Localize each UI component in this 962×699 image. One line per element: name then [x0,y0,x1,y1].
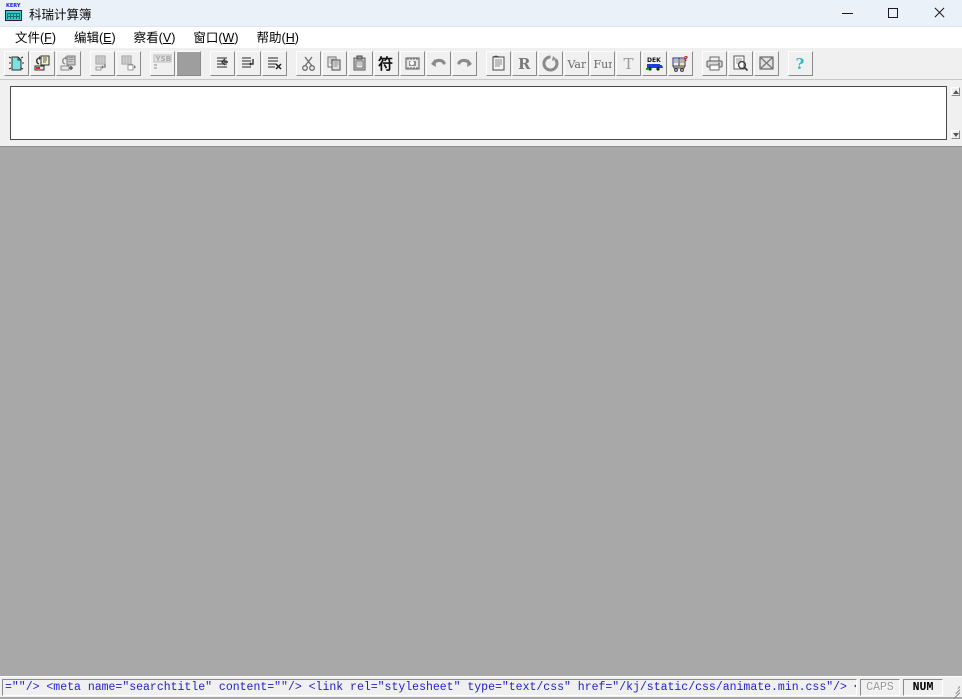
formula-input[interactable] [10,86,947,140]
menu-help-text: 帮助( [256,31,286,45]
menu-edit-accel: E [103,31,112,45]
cut-icon[interactable] [296,51,321,76]
delete-line-icon[interactable] [262,51,287,76]
calculator-app-icon: KERY [5,4,23,22]
undo-icon[interactable] [426,51,451,76]
paste-icon[interactable] [348,51,373,76]
menu-window-accel: W [222,31,235,45]
toolbar-separator [288,51,296,76]
maximize-button[interactable] [870,0,916,26]
menu-help[interactable]: 帮助(H) [248,26,308,48]
scroll-down-arrow[interactable] [951,130,960,139]
svg-text:Fun: Fun [594,58,613,71]
status-message: =""/> <meta name="searchtitle" content="… [2,678,857,696]
menu-file-accel: F [44,31,52,45]
application-window: KERY 科瑞计算簿 文件(F) 编辑(E) 察看(V) 窗口(W) 帮助(H) [0,0,962,699]
title-bar: KERY 科瑞计算簿 [0,0,962,27]
variables-icon[interactable]: Var [564,51,589,76]
menu-window[interactable]: 窗口(W) [184,26,247,48]
svg-text:?: ? [684,55,688,63]
menu-bar: 文件(F) 编辑(E) 察看(V) 窗口(W) 帮助(H) [0,27,962,48]
svg-text:Var: Var [567,58,586,71]
app-icon-label: KERY [6,3,21,9]
close-icon [933,7,945,19]
caps-indicator: CAPS [860,678,900,696]
insert-line-after-icon[interactable] [236,51,261,76]
svg-text:T: T [624,55,634,72]
menu-window-text: 窗口( [193,31,223,45]
menu-view-tail: ) [171,31,176,45]
svg-text:符: 符 [378,55,393,73]
menu-help-accel: H [285,31,295,45]
minimize-icon [841,12,853,14]
book-cart-icon[interactable]: ? [668,51,693,76]
menu-file-tail: ) [51,31,56,45]
close-button[interactable] [916,0,962,26]
open-document-icon[interactable] [30,51,55,76]
svg-text:DEK: DEK [647,57,661,64]
insert-line-before-icon[interactable] [210,51,235,76]
menu-edit-text: 编辑( [73,31,104,45]
solid-block-button[interactable] [176,51,201,76]
help-icon[interactable]: ? [788,51,813,76]
window-controls [824,0,962,26]
page-setup-icon[interactable] [754,51,779,76]
status-bar: =""/> <meta name="searchtitle" content="… [0,676,962,699]
menu-edit[interactable]: 编辑(E) [65,26,125,48]
menu-file[interactable]: 文件(F) [6,26,65,48]
app-icon-grid [5,10,22,21]
menu-view-text: 察看( [133,31,163,45]
toolbar-separator [82,51,90,76]
dek-truck-icon[interactable]: DEK [642,51,667,76]
svg-text:?: ? [796,55,805,72]
window-title: 科瑞计算簿 [29,7,92,22]
menu-file-text: 文件( [15,31,45,45]
functions-icon[interactable]: Fun [590,51,615,76]
toolbar-separator [142,51,150,76]
svg-text:YSB: YSB [155,55,171,63]
menu-view-accel: V [162,31,172,45]
menu-help-tail: ) [294,31,299,45]
minimize-button[interactable] [824,0,870,26]
copy-icon[interactable] [322,51,347,76]
refresh-icon[interactable] [538,51,563,76]
toolbar: YSB 符 R Var Fun T DEK ? ? [0,48,962,80]
toolbar-separator [694,51,702,76]
formula-scrollbar[interactable] [949,86,962,140]
mdi-workspace[interactable] [0,146,962,676]
scroll-up-arrow[interactable] [951,87,960,96]
num-indicator: NUM [903,678,943,696]
text-tool-icon[interactable]: T [616,51,641,76]
import-sheet-icon[interactable] [90,51,115,76]
save-document-icon[interactable] [56,51,81,76]
formula-strip [0,80,962,146]
menu-window-tail: ) [234,31,239,45]
export-sheet-icon[interactable] [116,51,141,76]
new-document-icon[interactable] [4,51,29,76]
ysb-button[interactable]: YSB [150,51,175,76]
toolbar-separator [780,51,788,76]
properties-icon[interactable] [486,51,511,76]
print-icon[interactable] [702,51,727,76]
redo-icon[interactable] [452,51,477,76]
menu-edit-tail: ) [111,31,116,45]
maximize-icon [888,8,898,18]
recalculate-icon[interactable]: R [512,51,537,76]
toolbar-separator [478,51,486,76]
chinese-symbol-icon[interactable]: 符 [374,51,399,76]
menu-view[interactable]: 察看(V) [125,26,185,48]
print-preview-icon[interactable] [728,51,753,76]
toolbar-separator [202,51,210,76]
find-icon[interactable] [400,51,425,76]
resize-grip[interactable] [946,679,962,699]
svg-text:R: R [518,55,531,72]
